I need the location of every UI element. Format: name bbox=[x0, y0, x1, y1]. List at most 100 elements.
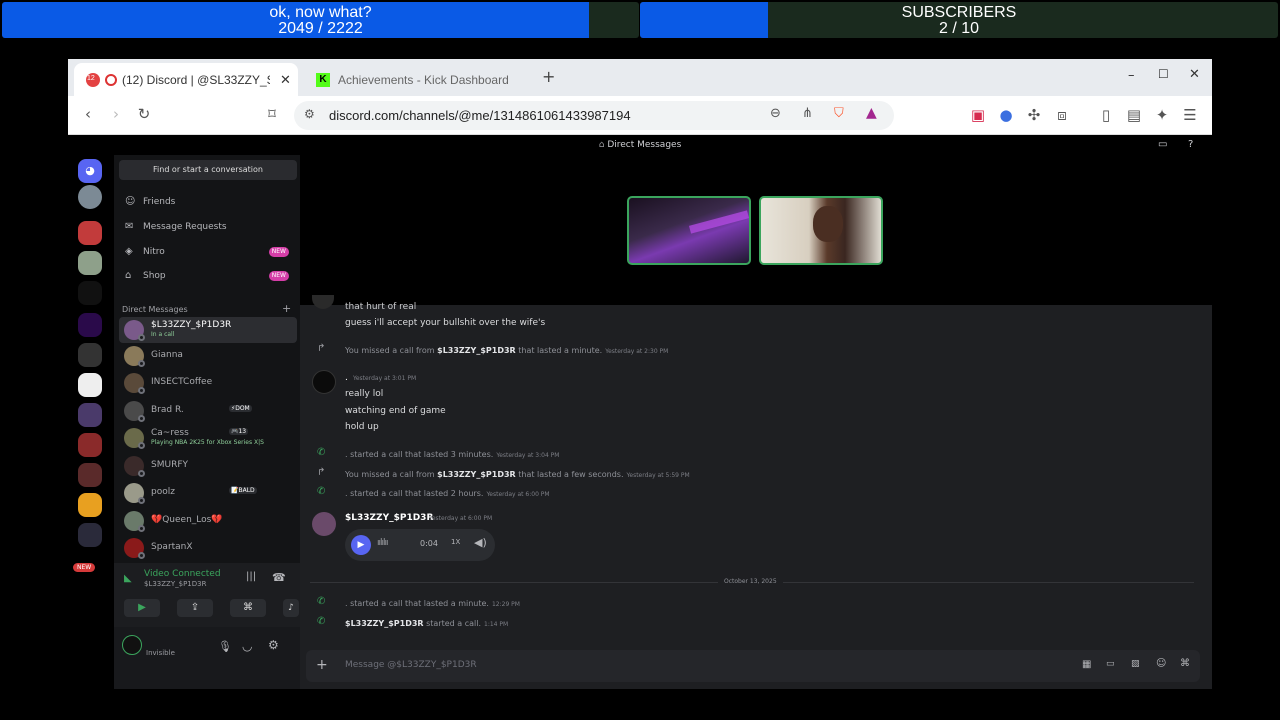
soundboard-button[interactable]: ♪ bbox=[283, 599, 299, 617]
play-button[interactable]: ▶ bbox=[351, 535, 371, 555]
tab-kick[interactable]: K Achievements - Kick Dashboard bbox=[304, 63, 524, 96]
dm-item[interactable]: $L33ZZY_$P1D3R In a call bbox=[119, 317, 297, 343]
camera-button[interactable]: ▶ bbox=[124, 599, 160, 617]
gif-icon[interactable]: ▭ bbox=[1106, 659, 1115, 669]
extension-blue-icon[interactable]: ● bbox=[996, 106, 1016, 124]
user-status: Invisible bbox=[146, 649, 175, 657]
discord-home-icon[interactable]: ◕ bbox=[78, 159, 102, 183]
add-attachment-icon[interactable]: + bbox=[316, 657, 328, 673]
timestamp: Yesterday at 3:04 PM bbox=[496, 452, 560, 459]
avatar[interactable] bbox=[122, 635, 142, 655]
dm-item[interactable]: Brad R. ⚡DOM bbox=[119, 398, 297, 424]
status-dot bbox=[138, 360, 145, 367]
help-icon[interactable]: ? bbox=[1188, 135, 1193, 155]
timestamp: Yesterday at 5:59 PM bbox=[626, 472, 690, 479]
server-icon[interactable] bbox=[78, 403, 102, 427]
dm-item[interactable]: SpartanX bbox=[119, 535, 297, 561]
dm-item[interactable]: poolz 📝BALD bbox=[119, 480, 297, 506]
server-icon[interactable] bbox=[78, 433, 102, 457]
dm-name: Gianna bbox=[151, 350, 183, 360]
close-icon[interactable]: ✕ bbox=[280, 72, 291, 88]
noise-icon[interactable]: ||| bbox=[246, 571, 256, 582]
inbox-icon[interactable]: ▭ bbox=[1158, 135, 1167, 155]
create-dm-button[interactable]: + bbox=[282, 302, 291, 315]
system-message: . started a call that lasted 3 minutes. Y… bbox=[345, 450, 559, 459]
kick-favicon-icon: K bbox=[316, 72, 330, 87]
video-tile-self[interactable] bbox=[627, 196, 751, 265]
back-icon[interactable]: ‹ bbox=[78, 105, 98, 123]
dm-item[interactable]: 💔Queen_Los💔 bbox=[119, 508, 297, 534]
screen-share-button[interactable]: ⇪ bbox=[177, 599, 213, 617]
activity-button[interactable]: ⌘ bbox=[230, 599, 266, 617]
avatar[interactable] bbox=[312, 370, 336, 394]
avatar[interactable] bbox=[312, 512, 336, 536]
username[interactable]: $L33ZZY_$P1D3R bbox=[345, 619, 424, 628]
leo-ai-icon[interactable]: ✦ bbox=[1152, 106, 1172, 124]
brave-shield-icon[interactable]: ⛉ bbox=[834, 106, 844, 121]
dm-activity: Playing NBA 2K25 for Xbox Series X|S bbox=[151, 439, 264, 446]
server-icon[interactable] bbox=[78, 251, 102, 275]
playback-speed[interactable]: 1X bbox=[451, 538, 460, 546]
nav-friends[interactable]: ☺ Friends bbox=[119, 191, 297, 213]
nav-nitro[interactable]: ◈ Nitro NEW bbox=[119, 241, 297, 263]
zoom-icon[interactable]: ⊖ bbox=[770, 106, 781, 121]
site-settings-icon[interactable]: ⚙ bbox=[304, 107, 315, 121]
tab-discord[interactable]: 12 (12) Discord | @SL33ZZY_S ✕ bbox=[74, 63, 298, 96]
server-icon[interactable] bbox=[78, 313, 102, 337]
apps-icon[interactable]: ⌘ bbox=[1180, 658, 1190, 669]
system-text: . started a call that lasted a minute. bbox=[345, 599, 489, 608]
forward-icon[interactable]: › bbox=[106, 105, 126, 123]
extension-red-icon[interactable]: ▣ bbox=[968, 106, 988, 124]
disconnect-icon[interactable]: ☎ bbox=[272, 571, 286, 584]
bookmark-icon[interactable]: ⌑ bbox=[262, 105, 282, 123]
wallet-icon[interactable]: ▤ bbox=[1124, 106, 1144, 124]
username[interactable]: $L33ZZY_$P1D3R bbox=[437, 346, 516, 355]
headphones-icon[interactable]: ◡ bbox=[242, 639, 252, 653]
shop-icon: ⌂ bbox=[125, 270, 132, 281]
server-icon[interactable] bbox=[78, 493, 102, 517]
dm-item[interactable]: Ca~ress 🎮13 Playing NBA 2K25 for Xbox Seri… bbox=[119, 425, 297, 451]
message-author[interactable]: . bbox=[345, 373, 348, 383]
sidebar-icon[interactable]: ▯ bbox=[1096, 106, 1116, 124]
screenshot-icon[interactable]: ⧈ bbox=[1052, 106, 1072, 124]
dm-item[interactable]: INSECTCoffee bbox=[119, 370, 297, 396]
emoji-icon[interactable]: ☺ bbox=[1156, 658, 1166, 669]
brave-rewards-icon[interactable]: ▲ bbox=[866, 105, 877, 121]
nav-shop[interactable]: ⌂ Shop NEW bbox=[119, 265, 297, 287]
settings-icon[interactable]: ⚙ bbox=[268, 638, 279, 652]
server-icon[interactable] bbox=[78, 373, 102, 397]
sticker-icon[interactable]: ▧ bbox=[1131, 659, 1140, 669]
find-conversation-button[interactable]: Find or start a conversation bbox=[119, 160, 297, 180]
minimize-button[interactable]: – bbox=[1128, 68, 1135, 83]
reload-icon[interactable]: ↻ bbox=[134, 105, 154, 123]
username[interactable]: $L33ZZY_$P1D3R bbox=[437, 470, 516, 479]
message-input[interactable]: Message @$L33ZZY_$P1D3R bbox=[345, 660, 477, 670]
system-text: . started a call that lasted 2 hours. bbox=[345, 489, 484, 498]
menu-icon[interactable]: ☰ bbox=[1180, 106, 1200, 124]
app-titlebar: ⌂ Direct Messages ▭ ? bbox=[68, 135, 1212, 155]
dm-section-header: Direct Messages bbox=[122, 305, 188, 314]
dm-item[interactable]: Gianna bbox=[119, 343, 297, 369]
volume-icon[interactable]: ◀) bbox=[474, 536, 487, 549]
waveform-icon[interactable]: ıılılıı bbox=[377, 538, 388, 548]
server-icon[interactable] bbox=[78, 221, 102, 245]
nav-message-requests[interactable]: ✉ Message Requests bbox=[119, 216, 297, 238]
server-icon[interactable] bbox=[78, 343, 102, 367]
mic-icon[interactable]: 🎙 bbox=[218, 640, 232, 653]
close-window-button[interactable]: ✕ bbox=[1189, 67, 1200, 82]
server-icon[interactable] bbox=[78, 185, 102, 209]
video-tile-peer[interactable] bbox=[759, 196, 883, 265]
dm-item[interactable]: SMURFY bbox=[119, 453, 297, 479]
maximize-button[interactable]: ☐ bbox=[1158, 67, 1169, 81]
gift-icon[interactable]: ▦ bbox=[1082, 659, 1091, 670]
server-icon[interactable] bbox=[78, 281, 102, 305]
new-tab-button[interactable]: + bbox=[542, 67, 555, 86]
share-icon[interactable]: ⋔ bbox=[802, 106, 813, 121]
message-author[interactable]: $L33ZZY_$P1D3R bbox=[345, 513, 433, 523]
tab-title: Achievements - Kick Dashboard bbox=[338, 72, 509, 87]
server-icon[interactable] bbox=[78, 523, 102, 547]
address-bar[interactable]: ⚙ discord.com/channels/@me/1314861061433… bbox=[294, 101, 894, 130]
server-icon[interactable] bbox=[78, 463, 102, 487]
dm-activity: In a call bbox=[151, 331, 175, 338]
extensions-icon[interactable]: ✣ bbox=[1024, 106, 1044, 124]
